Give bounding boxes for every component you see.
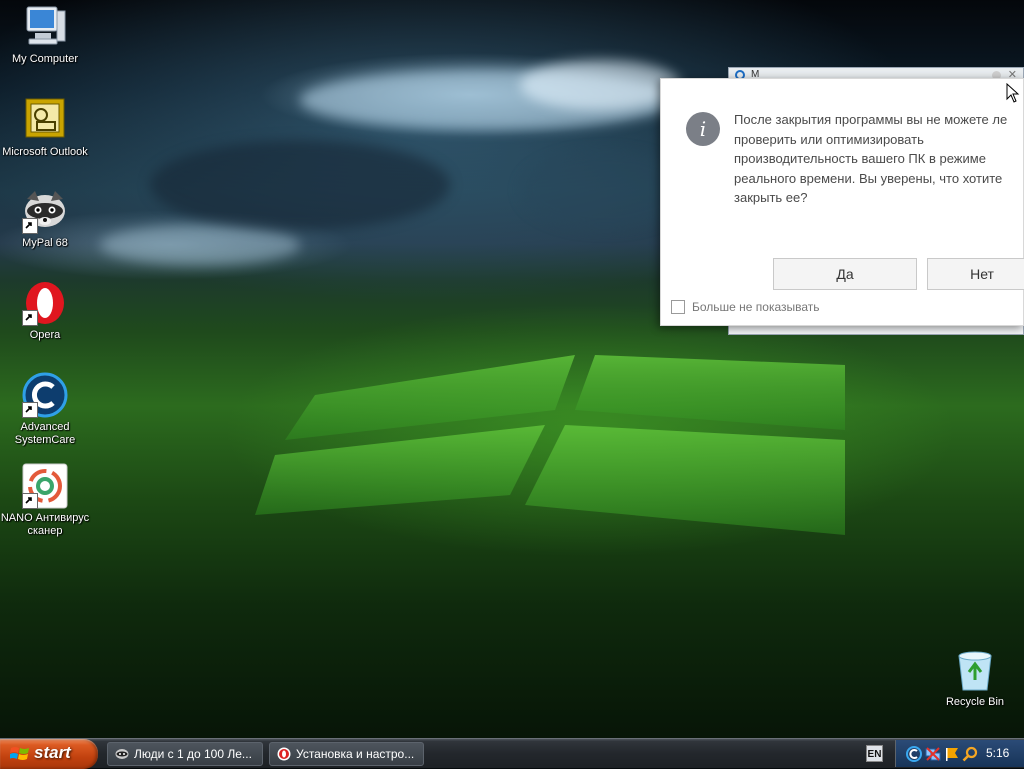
yes-button[interactable]: Да bbox=[773, 258, 917, 290]
desktop-icon-advanced-systemcare[interactable]: Advanced SystemCare bbox=[0, 371, 91, 447]
desktop-icon-nano-antivirus[interactable]: NANO Антивирус сканер bbox=[0, 462, 91, 538]
mypal-icon bbox=[21, 187, 69, 235]
taskbar-button-label: Люди с 1 до 100 Ле... bbox=[134, 747, 252, 761]
windows-logo-shadow bbox=[255, 355, 845, 535]
dont-show-again-label[interactable]: Больше не показывать bbox=[692, 300, 820, 314]
opera-icon bbox=[21, 279, 69, 327]
shortcut-arrow-icon bbox=[22, 402, 38, 418]
dialog-message: После закрытия программы вы не можете ле… bbox=[734, 112, 1008, 205]
desktop-icon-my-computer[interactable]: My Computer bbox=[0, 3, 91, 66]
desktop-icon-label: My Computer bbox=[11, 53, 79, 65]
start-label: start bbox=[34, 743, 71, 762]
close-confirmation-dialog: i После закрытия программы вы не можете … bbox=[660, 78, 1024, 326]
search-tray-icon[interactable] bbox=[962, 746, 978, 762]
advanced-systemcare-tray-icon[interactable] bbox=[906, 746, 922, 762]
taskbar-button-mypal[interactable]: Люди с 1 до 100 Ле... bbox=[107, 742, 263, 766]
opera-icon bbox=[277, 747, 291, 761]
dont-show-again-checkbox[interactable] bbox=[671, 300, 685, 314]
desktop-icon-label: MyPal 68 bbox=[22, 237, 68, 249]
desktop-icon-opera[interactable]: Opera bbox=[0, 279, 91, 342]
outlook-icon bbox=[21, 96, 69, 144]
advanced-systemcare-icon bbox=[21, 371, 69, 419]
no-button[interactable]: Нет bbox=[927, 258, 1024, 290]
shortcut-arrow-icon bbox=[22, 218, 38, 234]
desktop-icon-outlook[interactable]: Microsoft Outlook bbox=[0, 96, 91, 159]
desktop-icon-label: Advanced SystemCare bbox=[14, 421, 76, 446]
desktop-icon-label: Microsoft Outlook bbox=[2, 146, 88, 158]
desktop-icon-label: NANO Антивирус сканер bbox=[0, 512, 90, 537]
my-computer-icon bbox=[21, 3, 69, 51]
start-button[interactable]: start bbox=[0, 739, 98, 769]
taskbar-button-opera[interactable]: Установка и настро... bbox=[269, 742, 424, 766]
info-icon: i bbox=[686, 112, 720, 146]
taskbar-button-label: Установка и настро... bbox=[296, 747, 415, 761]
clock[interactable]: 5:16 bbox=[986, 746, 1009, 760]
recycle-bin-icon bbox=[951, 646, 999, 694]
flag-tray-icon[interactable] bbox=[944, 746, 960, 762]
shortcut-arrow-icon bbox=[22, 310, 38, 326]
mypal-icon bbox=[115, 749, 129, 759]
desktop-icon-label: Recycle Bin bbox=[945, 696, 1005, 708]
language-indicator[interactable]: EN bbox=[866, 745, 883, 762]
taskbar: start Люди с 1 до 100 Ле... Установка и … bbox=[0, 738, 1024, 769]
nano-antivirus-icon bbox=[21, 462, 69, 510]
network-tray-icon[interactable] bbox=[925, 746, 941, 762]
windows-flag-icon bbox=[10, 747, 29, 760]
desktop-icon-mypal[interactable]: MyPal 68 bbox=[0, 187, 91, 250]
shortcut-arrow-icon bbox=[22, 493, 38, 509]
system-tray: 5:16 bbox=[895, 740, 1024, 767]
mouse-pointer-icon bbox=[1006, 83, 1020, 103]
desktop-icon-recycle-bin[interactable]: Recycle Bin bbox=[929, 646, 1021, 709]
desktop-icon-label: Opera bbox=[29, 329, 61, 341]
